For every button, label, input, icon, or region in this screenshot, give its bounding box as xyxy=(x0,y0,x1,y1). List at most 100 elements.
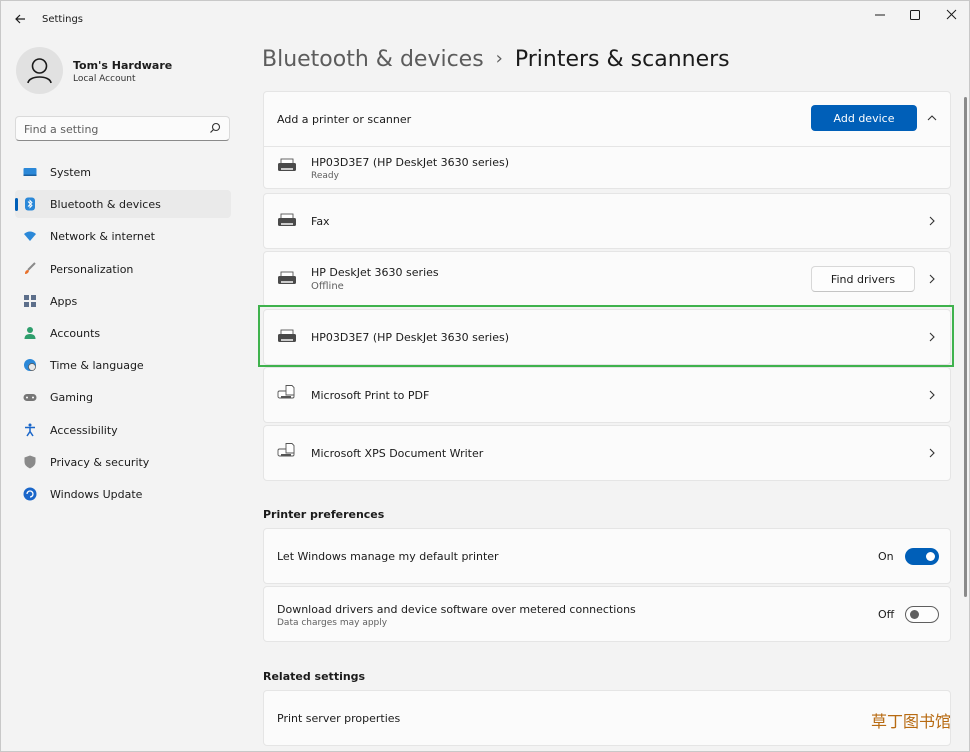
breadcrumb: Bluetooth & devices › Printers & scanners xyxy=(262,47,730,77)
pref-metered-download: Download drivers and device software ove… xyxy=(263,586,951,642)
chevron-right-icon xyxy=(929,390,935,400)
wifi-icon xyxy=(24,231,36,242)
printer-item-fax[interactable]: Fax xyxy=(263,193,951,249)
sidebar-item-label: System xyxy=(50,166,92,179)
minimize-icon xyxy=(875,14,885,16)
maximize-button[interactable] xyxy=(902,6,928,24)
watermark: 草丁图书馆 xyxy=(871,712,952,731)
printer-name: HP03D3E7 (HP DeskJet 3630 series) xyxy=(311,331,510,344)
printer-icon xyxy=(278,158,296,171)
shield-icon xyxy=(24,455,36,469)
sidebar-item-label: Network & internet xyxy=(50,230,155,244)
globe-clock-icon xyxy=(24,359,36,372)
sidebar-item-windows-update[interactable]: Windows Update xyxy=(15,480,231,508)
pref-label: Download drivers and device software ove… xyxy=(277,603,636,616)
printer-icon xyxy=(278,271,296,284)
printer-name: HP03D3E7 (HP DeskJet 3630 series) xyxy=(311,156,510,169)
printer-document-icon xyxy=(277,385,295,399)
add-printer-label: Add a printer or scanner xyxy=(277,113,412,126)
printer-document-icon xyxy=(277,443,295,457)
scrollbar[interactable] xyxy=(964,97,967,597)
account-name: Tom's Hardware xyxy=(73,59,173,72)
sidebar-item-personalization[interactable]: Personalization xyxy=(15,255,231,283)
pref-default-printer: Let Windows manage my default printer On xyxy=(263,528,951,584)
printer-item-xps-writer[interactable]: Microsoft XPS Document Writer xyxy=(263,425,951,481)
pref-label: Let Windows manage my default printer xyxy=(277,550,499,563)
sidebar-item-label: Personalization xyxy=(50,262,134,276)
printer-icon xyxy=(278,213,296,226)
sidebar-item-label: Accessibility xyxy=(50,423,118,437)
close-button[interactable] xyxy=(938,6,964,24)
title-bar: Settings xyxy=(1,1,969,35)
sidebar-item-accessibility[interactable]: Accessibility xyxy=(15,416,231,444)
related-label: Print server properties xyxy=(277,712,401,725)
breadcrumb-parent[interactable]: Bluetooth & devices xyxy=(262,47,484,72)
sidebar-item-privacy[interactable]: Privacy & security xyxy=(15,448,231,476)
sidebar-item-label: Privacy & security xyxy=(50,455,150,469)
sidebar-item-system[interactable]: System xyxy=(15,158,231,186)
page-title: Printers & scanners xyxy=(514,47,730,72)
breadcrumb-separator: › xyxy=(495,48,503,69)
settings-window: Settings Tom's Hardware Local Account Fi… xyxy=(0,0,970,752)
sidebar-item-label: Gaming xyxy=(50,391,93,405)
chevron-right-icon xyxy=(929,274,935,284)
sidebar-item-label: Windows Update xyxy=(50,487,143,501)
sidebar-item-label: Bluetooth & devices xyxy=(50,198,161,212)
printer-icon xyxy=(278,329,296,342)
apps-icon xyxy=(24,294,36,307)
sidebar-item-gaming[interactable]: Gaming xyxy=(15,383,231,411)
printer-name: HP DeskJet 3630 series xyxy=(311,266,439,279)
avatar[interactable] xyxy=(16,47,63,94)
related-print-server-properties[interactable]: Print server properties xyxy=(263,690,951,746)
sidebar-item-label: Apps xyxy=(50,294,78,308)
add-device-button[interactable]: Add device xyxy=(811,105,917,131)
search-box[interactable]: Find a setting xyxy=(15,116,230,141)
back-button[interactable] xyxy=(11,10,31,28)
toggle-knob xyxy=(926,552,935,561)
sidebar-item-accounts[interactable]: Accounts xyxy=(15,319,231,347)
chevron-up-icon[interactable] xyxy=(926,112,938,124)
printer-status: Ready xyxy=(311,171,339,181)
user-icon xyxy=(27,58,52,84)
printer-name: Microsoft XPS Document Writer xyxy=(311,447,484,460)
sidebar-item-label: Time & language xyxy=(50,359,144,373)
pref-sub: Data charges may apply xyxy=(277,618,388,628)
sidebar-item-network[interactable]: Network & internet xyxy=(15,222,231,250)
sidebar-item-label: Accounts xyxy=(50,326,101,340)
printer-item-hp03d3e7[interactable]: HP03D3E7 (HP DeskJet 3630 series) xyxy=(263,309,951,365)
related-settings-header: Related settings xyxy=(263,670,366,683)
sidebar-nav: System Bluetooth & devices Network & int… xyxy=(15,158,231,512)
person-icon xyxy=(24,326,36,339)
account-type: Local Account xyxy=(73,74,136,84)
printer-name: Fax xyxy=(311,215,330,228)
minimize-button[interactable] xyxy=(867,6,893,24)
add-printer-card: Add a printer or scanner Add device HP03… xyxy=(263,91,951,189)
app-title: Settings xyxy=(42,14,84,25)
printer-item-hp-deskjet[interactable]: HP DeskJet 3630 series Offline Find driv… xyxy=(263,251,951,307)
maximize-icon xyxy=(910,10,920,20)
printer-status: Offline xyxy=(311,281,344,292)
search-input[interactable]: Find a setting xyxy=(24,123,98,136)
close-icon xyxy=(946,9,957,20)
brush-icon xyxy=(25,261,36,274)
accessibility-icon xyxy=(25,423,35,436)
find-drivers-button[interactable]: Find drivers xyxy=(811,266,915,292)
printer-name: Microsoft Print to PDF xyxy=(311,389,430,402)
toggle-state-label: On xyxy=(878,550,894,563)
toggle-state-label: Off xyxy=(878,608,895,621)
sidebar-item-apps[interactable]: Apps xyxy=(15,287,231,315)
bluetooth-icon xyxy=(25,197,35,211)
divider xyxy=(264,146,950,147)
sidebar-item-bluetooth-devices[interactable]: Bluetooth & devices xyxy=(15,190,231,219)
search-icon xyxy=(210,122,221,133)
chevron-right-icon xyxy=(929,332,935,342)
monitor-icon xyxy=(23,168,37,176)
gamepad-icon xyxy=(23,394,37,402)
sidebar-item-time-language[interactable]: Time & language xyxy=(15,351,231,379)
chevron-right-icon xyxy=(929,216,935,226)
arrow-left-icon xyxy=(15,14,25,24)
default-printer-toggle[interactable] xyxy=(905,548,939,565)
metered-download-toggle[interactable] xyxy=(905,606,939,623)
printer-item-print-to-pdf[interactable]: Microsoft Print to PDF xyxy=(263,367,951,423)
toggle-knob xyxy=(910,610,919,619)
